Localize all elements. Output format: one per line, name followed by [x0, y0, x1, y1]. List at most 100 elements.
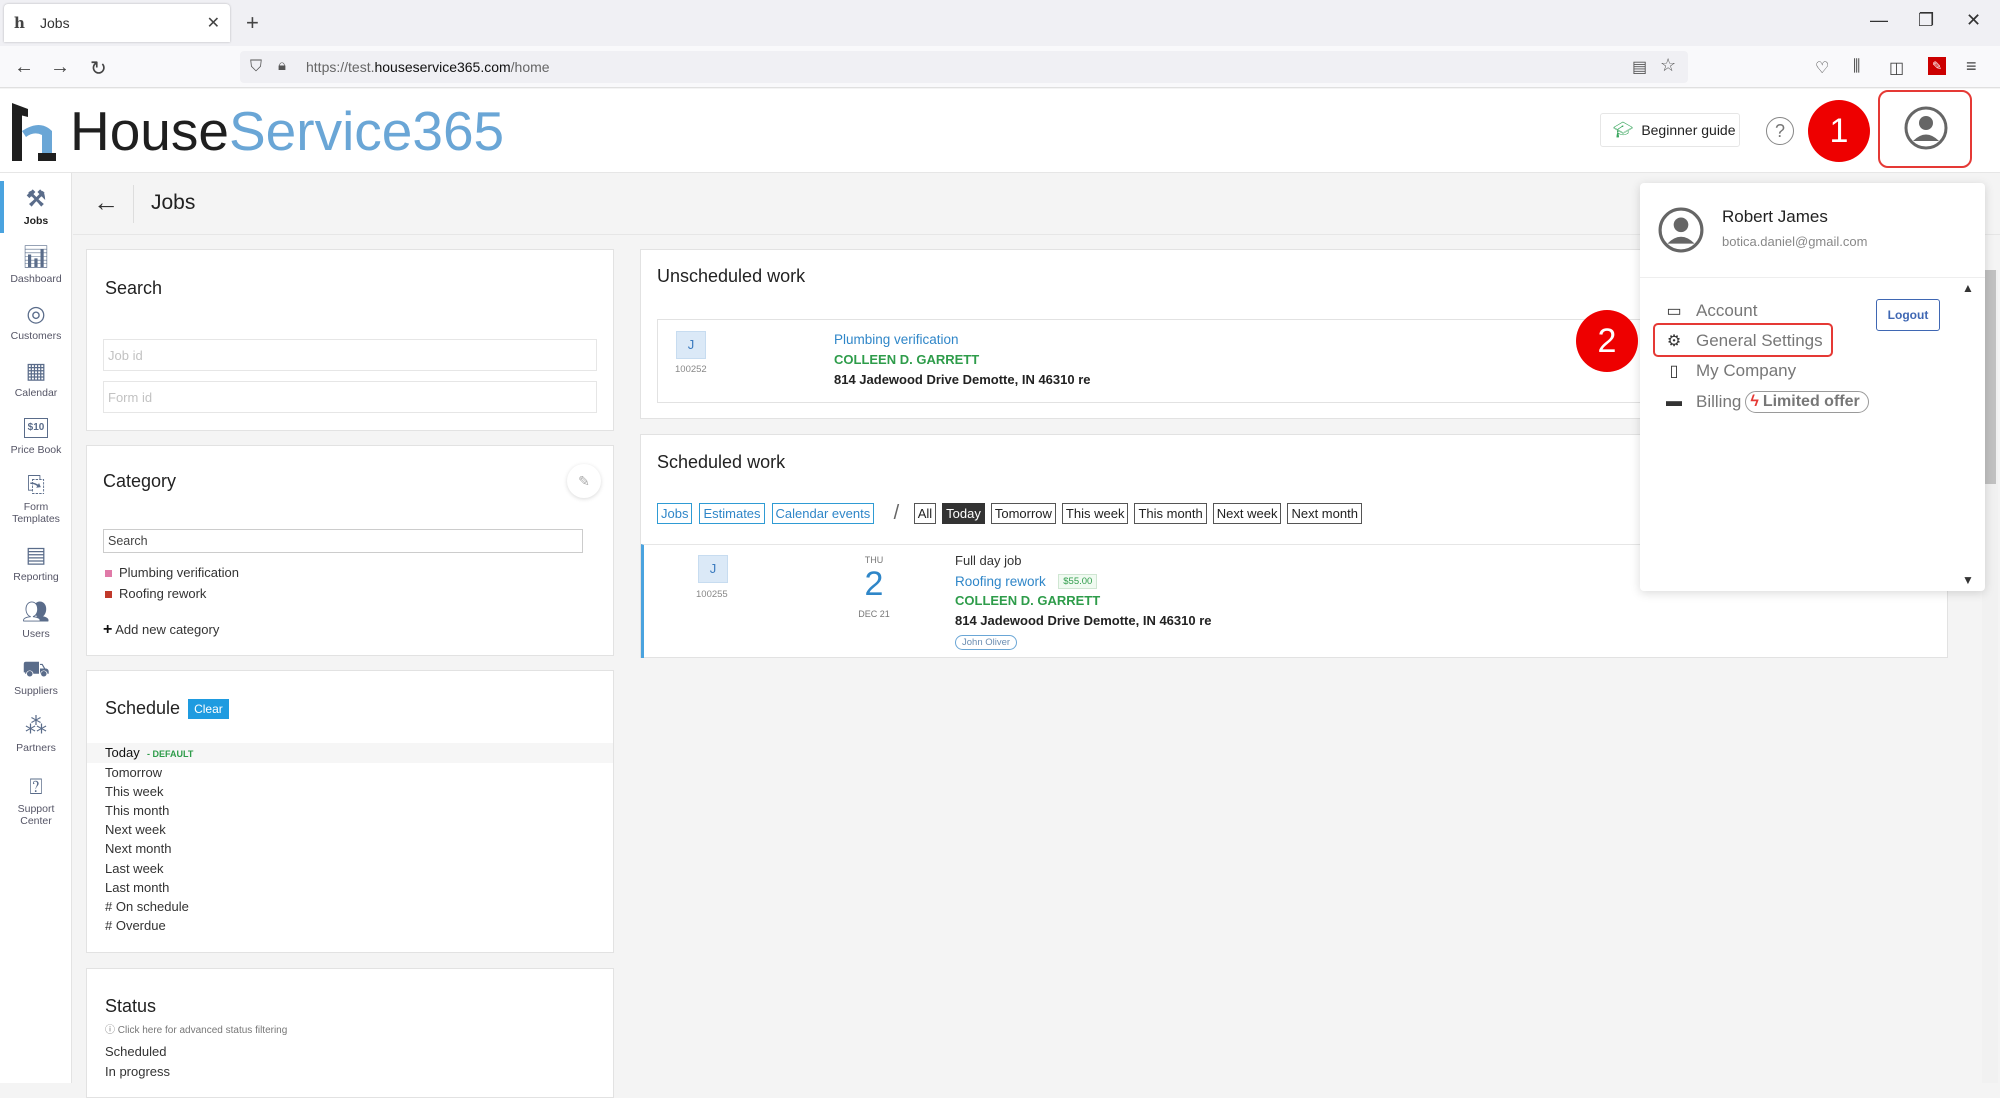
reader-view-icon[interactable]: ▤: [1632, 57, 1647, 77]
annotation-step-1: 1: [1808, 100, 1870, 162]
beginner-guide-button[interactable]: 🎓︎ Beginner guide: [1600, 113, 1740, 147]
reload-icon[interactable]: ↻: [90, 56, 107, 81]
filter-this-month[interactable]: This month: [1134, 502, 1207, 524]
graduation-cap-icon: 🎓︎: [1613, 122, 1634, 139]
help-button[interactable]: ?: [1766, 117, 1794, 145]
target-icon: ◎: [26, 301, 46, 326]
sidebar-item-reporting[interactable]: ▤ Reporting: [0, 541, 72, 583]
category-item[interactable]: Roofing rework: [105, 586, 206, 601]
sidebar-item-support-center[interactable]: ⍰ Support Center: [0, 773, 72, 827]
add-category-label: Add new category: [115, 622, 220, 637]
restore-icon[interactable]: ❐: [1918, 10, 1934, 31]
schedule-title: Schedule Clear: [105, 698, 229, 720]
menu-scroll-up-icon[interactable]: ▲: [1962, 281, 1974, 295]
logout-button[interactable]: Logout: [1876, 299, 1940, 331]
schedule-option[interactable]: Last week: [105, 861, 164, 876]
sidebar-item-jobs[interactable]: ⚒ Jobs: [0, 185, 72, 227]
sidebar-item-suppliers[interactable]: ⛟ Suppliers: [0, 655, 72, 697]
report-icon: ▤: [25, 542, 47, 567]
schedule-panel: Schedule Clear Today - DEFAULT Tomorrow T…: [86, 670, 614, 953]
job-category-row: Roofing rework $55.00: [955, 573, 1098, 591]
add-category-link[interactable]: + Add new category: [103, 621, 219, 639]
menu-item-label: My Company: [1696, 361, 1797, 380]
filter-next-month[interactable]: Next month: [1287, 502, 1362, 524]
job-category-link[interactable]: Roofing rework: [955, 574, 1046, 589]
extension-icon[interactable]: ✎: [1928, 57, 1946, 75]
back-arrow-icon[interactable]: ←: [93, 187, 119, 218]
menu-item-billing[interactable]: ▬ Billing ϟ Limited offer: [1664, 391, 1869, 413]
site-favicon-icon: h: [14, 14, 25, 32]
menu-icon[interactable]: ≡: [1966, 56, 1977, 77]
advanced-status-link[interactable]: ⓘ Click here for advanced status filteri…: [105, 1021, 287, 1036]
filter-estimates[interactable]: Estimates: [699, 502, 765, 524]
menu-scroll-down-icon[interactable]: ▼: [1962, 573, 1974, 587]
sidebar-item-dashboard[interactable]: 📊︎ Dashboard: [0, 243, 72, 285]
schedule-option[interactable]: # Overdue: [105, 918, 166, 933]
filter-all[interactable]: All: [913, 502, 937, 524]
shield-icon[interactable]: ⛉: [250, 58, 262, 76]
user-profile-button[interactable]: [1878, 90, 1972, 168]
logo-h-icon: [12, 103, 56, 161]
sidebar-item-partners[interactable]: ⁂ Partners: [0, 712, 72, 754]
library-icon[interactable]: ⫼: [1853, 58, 1860, 76]
menu-item-my-company[interactable]: ▯ My Company: [1664, 361, 1797, 381]
menu-item-account[interactable]: ▭ Account: [1664, 301, 1757, 321]
browser-tab[interactable]: h Jobs ✕: [4, 4, 230, 42]
job-customer[interactable]: COLLEEN D. GARRETT: [834, 352, 979, 367]
menu-item-label: Billing: [1696, 392, 1742, 411]
sidebar-item-calendar[interactable]: ▦ Calendar: [0, 357, 72, 399]
sidebar-toggle-icon[interactable]: ◫: [1889, 58, 1904, 78]
job-price-badge: $55.00: [1058, 574, 1098, 590]
unscheduled-title: Unscheduled work: [657, 266, 806, 286]
job-customer[interactable]: COLLEEN D. GARRETT: [955, 593, 1100, 608]
minimize-icon[interactable]: —: [1870, 10, 1888, 31]
page-title: Jobs: [151, 191, 196, 214]
filter-this-week[interactable]: This week: [1061, 502, 1129, 524]
pocket-icon[interactable]: ♡: [1815, 58, 1829, 78]
forward-icon[interactable]: →: [50, 56, 70, 79]
schedule-option[interactable]: This week: [105, 784, 164, 799]
job-assignee-tag[interactable]: John Oliver: [955, 635, 1018, 650]
sidebar-item-users[interactable]: 👥︎ Users: [0, 598, 72, 640]
sidebar-item-label: Suppliers: [14, 685, 58, 697]
schedule-option[interactable]: # On schedule: [105, 899, 189, 914]
url-bar[interactable]: ⛉ 🔒︎ https://test.houseservice365.com/ho…: [240, 51, 1688, 83]
filter-jobs[interactable]: Jobs: [657, 502, 693, 524]
filter-separator: /: [893, 502, 900, 524]
search-panel: Search Job id Form id: [86, 249, 614, 431]
filter-tomorrow[interactable]: Tomorrow: [990, 502, 1056, 524]
sidebar-item-price-book[interactable]: $10 Price Book: [0, 414, 72, 456]
schedule-selected-row[interactable]: Today - DEFAULT: [87, 743, 613, 763]
limited-offer-badge[interactable]: ϟ Limited offer: [1745, 391, 1869, 413]
edit-pencil-icon[interactable]: ✎: [567, 464, 601, 498]
filter-calendar-events[interactable]: Calendar events: [771, 502, 875, 524]
form-id-input[interactable]: Form id: [103, 381, 597, 413]
sidebar-item-customers[interactable]: ◎ Customers: [0, 300, 72, 342]
back-icon[interactable]: ←: [14, 56, 34, 79]
category-item[interactable]: Plumbing verification: [105, 565, 239, 580]
schedule-option[interactable]: Next month: [105, 841, 171, 856]
status-option[interactable]: Scheduled: [105, 1044, 166, 1059]
job-category-link[interactable]: Plumbing verification: [834, 332, 959, 347]
new-tab-icon[interactable]: +: [246, 10, 259, 36]
page-scrollbar-thumb[interactable]: [1984, 270, 1996, 484]
sidebar-item-label: Support: [17, 803, 55, 815]
schedule-today: Today: [105, 745, 140, 760]
window-close-icon[interactable]: ✕: [1966, 10, 1981, 31]
filter-next-week[interactable]: Next week: [1212, 502, 1282, 524]
schedule-option[interactable]: This month: [105, 803, 169, 818]
category-search-input[interactable]: Search: [103, 529, 583, 553]
filter-today[interactable]: Today: [942, 502, 985, 524]
job-id-input[interactable]: Job id: [103, 339, 597, 371]
tab-close-icon[interactable]: ✕: [207, 13, 220, 33]
category-item-label: Plumbing verification: [119, 565, 239, 580]
schedule-option[interactable]: Next week: [105, 822, 166, 837]
sidebar-item-form-templates[interactable]: ⎘ Form Templates: [0, 471, 72, 525]
schedule-option[interactable]: Last month: [105, 880, 169, 895]
schedule-clear-button[interactable]: Clear: [188, 699, 229, 720]
sidebar-item-label: Form: [23, 501, 49, 513]
bookmark-star-icon[interactable]: ☆: [1660, 55, 1676, 76]
status-option[interactable]: In progress: [105, 1064, 170, 1079]
schedule-option[interactable]: Tomorrow: [105, 765, 162, 780]
lock-icon[interactable]: 🔒︎: [278, 57, 286, 74]
